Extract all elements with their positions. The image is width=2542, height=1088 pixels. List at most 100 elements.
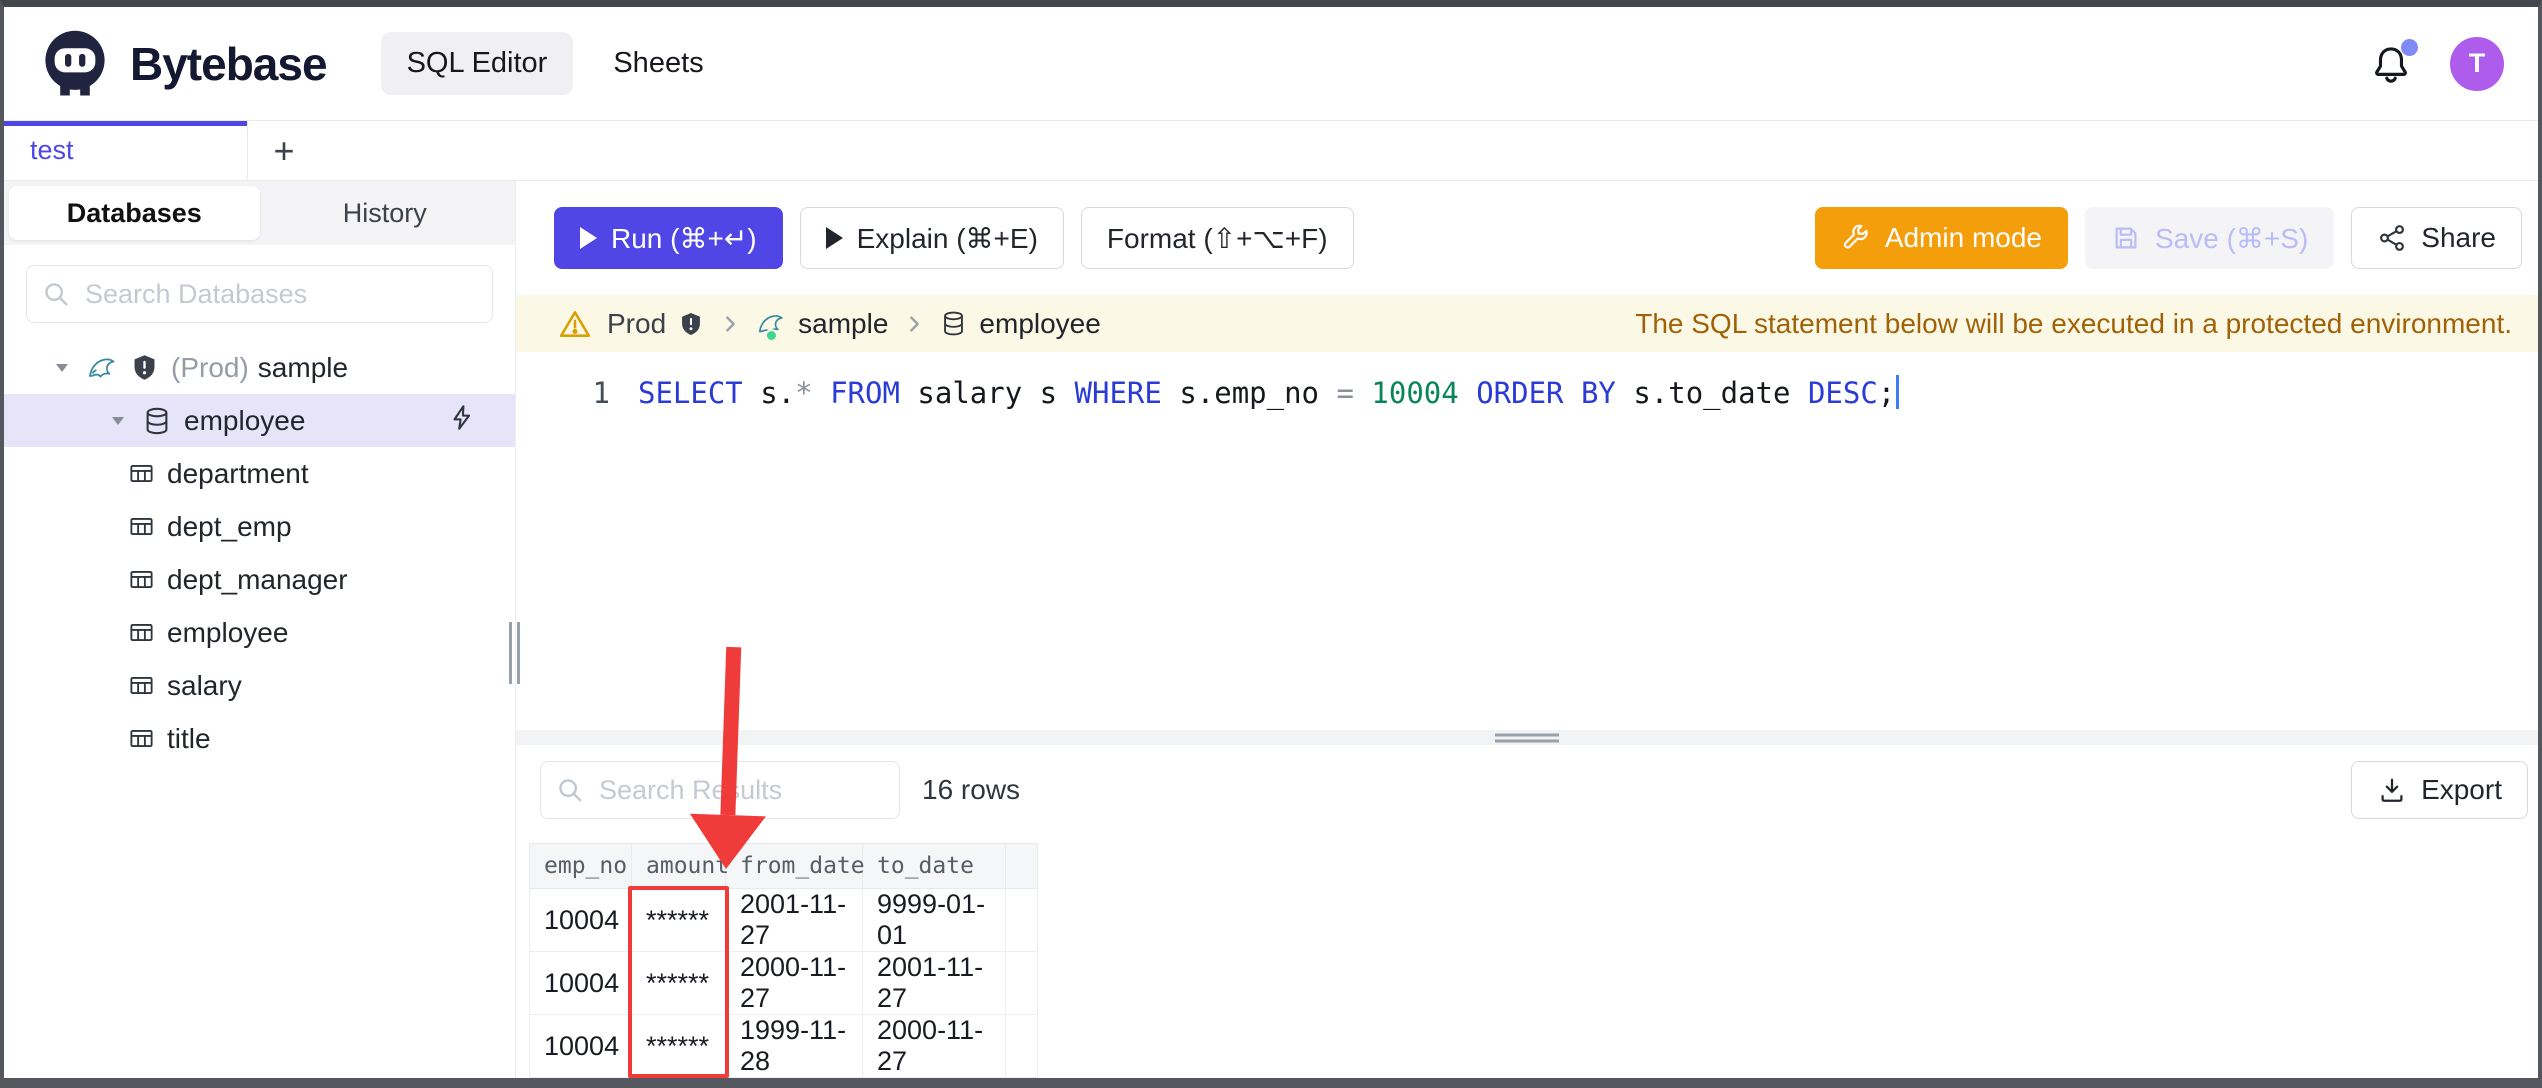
breadcrumb-database[interactable]: sample — [756, 308, 888, 342]
nav-sql-editor[interactable]: SQL Editor — [380, 32, 574, 95]
column-header[interactable]: amount — [631, 843, 729, 889]
sheet-tab-bar: test + — [4, 121, 2538, 181]
cell[interactable] — [1005, 951, 1038, 1015]
sql-code-line: SELECT s.* FROM salary s WHERE s.emp_no … — [638, 370, 1900, 416]
download-icon — [2377, 775, 2407, 805]
mysql-dolphin-icon — [756, 309, 786, 342]
column-header[interactable]: from_date — [725, 843, 865, 889]
save-label: Save (⌘+S) — [2155, 222, 2309, 254]
column-header[interactable]: to_date — [862, 843, 1006, 889]
cell[interactable] — [1005, 888, 1038, 952]
sidebar-table-item[interactable]: salary — [4, 659, 515, 712]
code-line: 1 SELECT s.* FROM salary s WHERE s.emp_n… — [588, 370, 2538, 416]
search-icon — [41, 279, 71, 309]
brand-name: Bytebase — [130, 37, 328, 90]
new-sheet-tab-button[interactable]: + — [248, 121, 320, 180]
sidebar-table-item[interactable]: title — [4, 712, 515, 765]
editor-toolbar: Run (⌘+↵) Explain (⌘+E) Format (⇧+⌥+F) A… — [516, 181, 2538, 295]
database-tree: (Prod) sample employee department dept_e… — [4, 341, 515, 765]
run-label: Run (⌘+↵) — [611, 222, 757, 254]
column-header[interactable] — [1005, 843, 1038, 889]
environment-label: (Prod) — [171, 351, 249, 383]
results-search[interactable] — [540, 761, 900, 819]
sidebar-table-item[interactable]: dept_emp — [4, 500, 515, 553]
bytebase-sql-editor-window: Bytebase SQL Editor Sheets T test + Data… — [0, 0, 2542, 1088]
table-icon — [128, 460, 155, 487]
wrench-icon — [1841, 223, 1871, 253]
cell[interactable]: 2000-11-27 — [725, 951, 863, 1015]
chevron-right-icon — [903, 313, 925, 335]
breadcrumb-environment[interactable]: Prod — [607, 308, 704, 340]
cell[interactable]: 10004 — [529, 1014, 632, 1078]
cell[interactable]: 10004 — [529, 888, 632, 952]
sql-editor[interactable]: 1 SELECT s.* FROM salary s WHERE s.emp_n… — [516, 352, 2538, 730]
sidebar-table-item[interactable]: employee — [4, 606, 515, 659]
app-header: Bytebase SQL Editor Sheets T — [4, 7, 2538, 121]
cell[interactable]: ****** — [631, 888, 726, 952]
tree-database-row-selected[interactable]: employee — [4, 394, 515, 447]
save-button[interactable]: Save (⌘+S) — [2085, 207, 2335, 269]
format-button[interactable]: Format (⇧+⌥+F) — [1080, 207, 1354, 269]
breadcrumb-table[interactable]: employee — [940, 308, 1101, 340]
save-floppy-icon — [2111, 223, 2141, 253]
export-button[interactable]: Export — [2351, 761, 2528, 819]
bytebase-mascot-icon — [38, 27, 112, 101]
table-row: 10004 ****** 1999-11-28 2000-11-27 — [529, 1014, 1038, 1078]
horizontal-scrollbar[interactable] — [4, 1078, 2538, 1088]
cell[interactable]: 2001-11-27 — [725, 888, 863, 952]
avatar[interactable]: T — [2450, 36, 2504, 91]
admin-mode-button[interactable]: Admin mode — [1814, 207, 2068, 269]
sheet-tab-test[interactable]: test — [4, 121, 248, 180]
nav-sheets[interactable]: Sheets — [587, 32, 729, 95]
tab-history[interactable]: History — [260, 186, 511, 240]
cell[interactable]: 2000-11-27 — [862, 1014, 1006, 1078]
sidebar: Databases History Search Databases (Prod… — [4, 181, 516, 1086]
bytebase-logo[interactable]: Bytebase — [38, 27, 328, 101]
export-label: Export — [2421, 774, 2502, 805]
notification-badge-dot — [2401, 38, 2418, 56]
cell[interactable]: 1999-11-28 — [725, 1014, 863, 1078]
table-icon — [128, 566, 155, 593]
cell[interactable]: 2001-11-27 — [862, 951, 1006, 1015]
row-count: 16 rows — [922, 774, 1021, 805]
tree-tables-list: department dept_emp dept_manager employe… — [4, 447, 515, 765]
column-header[interactable]: emp_no — [529, 843, 632, 889]
cell[interactable]: ****** — [631, 1014, 726, 1078]
explain-button[interactable]: Explain (⌘+E) — [799, 207, 1064, 269]
cell[interactable]: 9999-01-01 — [862, 888, 1006, 952]
panel-resize-handle[interactable] — [1495, 730, 1559, 745]
sidebar-table-label: dept_manager — [167, 563, 348, 595]
tree-instance-row[interactable]: (Prod) sample — [4, 341, 515, 394]
protected-environment-bar: Prod sample employee The SQL statement b… — [516, 295, 2538, 352]
tab-databases[interactable]: Databases — [9, 186, 260, 240]
plus-icon: + — [273, 129, 295, 171]
main-panel: Run (⌘+↵) Explain (⌘+E) Format (⇧+⌥+F) A… — [516, 181, 2538, 1086]
sidebar-tabs: Databases History — [4, 181, 515, 245]
lightning-icon[interactable] — [447, 402, 477, 439]
search-databases-input[interactable] — [83, 277, 478, 311]
run-button[interactable]: Run (⌘+↵) — [554, 207, 783, 269]
database-label: employee — [184, 404, 306, 436]
search-results-input[interactable] — [597, 773, 885, 807]
results-panel: 16 rows Export emp_noamountfrom_dateto_d… — [516, 745, 2538, 1086]
sidebar-resize-handle[interactable] — [509, 622, 520, 684]
cell[interactable]: 10004 — [529, 951, 632, 1015]
environment-shield-icon — [678, 311, 704, 337]
header-right: T — [2370, 36, 2504, 91]
sidebar-table-label: employee — [167, 616, 289, 648]
database-search[interactable] — [26, 265, 493, 323]
results-panel-divider — [516, 730, 2538, 745]
notifications-button[interactable] — [2370, 38, 2418, 85]
sidebar-table-item[interactable]: dept_manager — [4, 553, 515, 606]
share-button[interactable]: Share — [2351, 207, 2522, 269]
workspace-body: Databases History Search Databases (Prod… — [4, 181, 2538, 1086]
cell[interactable]: ****** — [631, 951, 726, 1015]
cell[interactable] — [1005, 1014, 1038, 1078]
database-icon — [940, 310, 967, 337]
environment-name: Prod — [607, 307, 667, 339]
database-icon — [142, 406, 172, 436]
sidebar-table-item[interactable]: department — [4, 447, 515, 500]
play-icon — [580, 227, 597, 249]
admin-mode-label: Admin mode — [1884, 222, 2042, 253]
warning-triangle-icon — [558, 307, 592, 341]
